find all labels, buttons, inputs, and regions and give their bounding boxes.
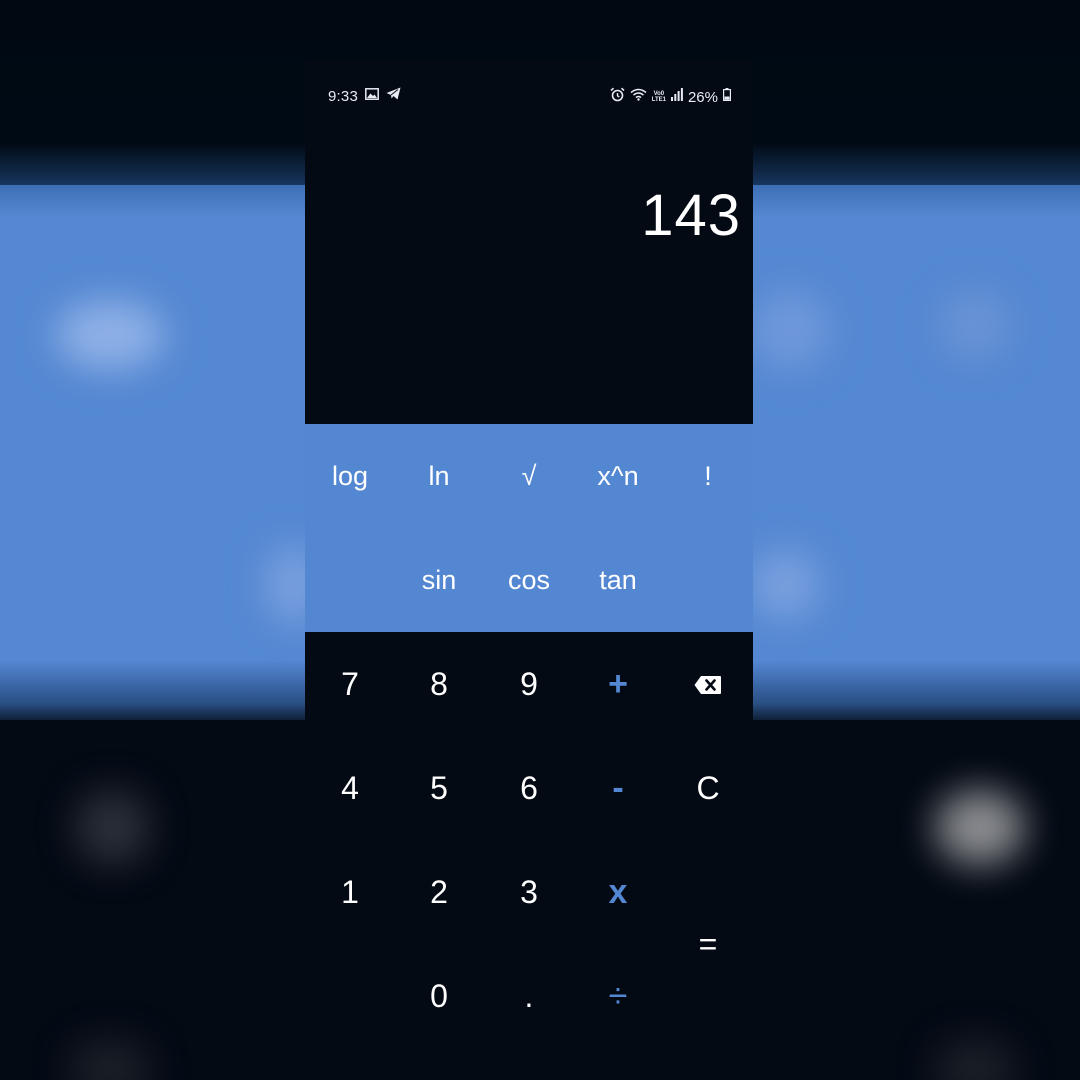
- add-button[interactable]: +: [573, 632, 663, 736]
- background-blob: [75, 790, 150, 865]
- factorial-button[interactable]: !: [663, 424, 753, 528]
- digit-3-button[interactable]: 3: [484, 840, 574, 944]
- network-type: Vo0 LTE1: [652, 91, 666, 103]
- digit-1-button[interactable]: 1: [305, 840, 395, 944]
- alarm-icon: [610, 87, 625, 107]
- background-blob: [750, 290, 830, 370]
- multiply-button[interactable]: x: [573, 840, 663, 944]
- sin-button[interactable]: sin: [394, 528, 484, 632]
- digit-2-button[interactable]: 2: [394, 840, 484, 944]
- background-blob: [935, 790, 1025, 865]
- digit-4-button[interactable]: 4: [305, 736, 395, 840]
- tan-button[interactable]: tan: [573, 528, 663, 632]
- background-blob: [750, 550, 820, 620]
- keypad: 7 8 9 + 4 5 6 - C 1 2 3 x 0 . ÷ =: [305, 632, 753, 1049]
- log-button[interactable]: log: [305, 424, 395, 528]
- subtract-button[interactable]: -: [573, 736, 663, 840]
- wifi-icon: [630, 88, 647, 106]
- signal-icon: [670, 88, 683, 106]
- status-time: 9:33: [328, 87, 358, 105]
- digit-7-button[interactable]: 7: [305, 632, 395, 736]
- status-right: Vo0 LTE1 26%: [610, 87, 732, 107]
- calculator-screen: 9:33 Vo0 LTE1 26% 143 log ln √ x^n ! sin…: [305, 60, 753, 1049]
- gallery-icon: [365, 87, 379, 105]
- battery-percent: 26%: [687, 88, 718, 106]
- equals-button[interactable]: =: [663, 840, 753, 1048]
- scientific-panel: log ln √ x^n ! sin cos tan: [305, 424, 753, 632]
- result-display: 143: [305, 130, 753, 424]
- power-button[interactable]: x^n: [573, 424, 663, 528]
- backspace-button[interactable]: [663, 632, 753, 736]
- decimal-button[interactable]: .: [484, 944, 574, 1048]
- status-left: 9:33: [328, 87, 401, 105]
- backspace-icon: [694, 666, 722, 703]
- digit-9-button[interactable]: 9: [484, 632, 574, 736]
- background-blob: [55, 300, 165, 370]
- cos-button[interactable]: cos: [484, 528, 574, 632]
- status-bar: 9:33 Vo0 LTE1 26%: [305, 60, 753, 130]
- divide-button[interactable]: ÷: [573, 944, 663, 1048]
- digit-5-button[interactable]: 5: [394, 736, 484, 840]
- ln-button[interactable]: ln: [394, 424, 484, 528]
- network-lte-label: LTE1: [651, 97, 666, 103]
- sqrt-button[interactable]: √: [484, 424, 574, 528]
- digit-6-button[interactable]: 6: [484, 736, 574, 840]
- digit-0-button[interactable]: 0: [394, 944, 484, 1048]
- telegram-icon: [386, 87, 401, 105]
- clear-button[interactable]: C: [663, 736, 753, 840]
- digit-8-button[interactable]: 8: [394, 632, 484, 736]
- battery-icon: [723, 88, 732, 106]
- background-blob: [940, 290, 1010, 360]
- result-value: 143: [641, 183, 741, 248]
